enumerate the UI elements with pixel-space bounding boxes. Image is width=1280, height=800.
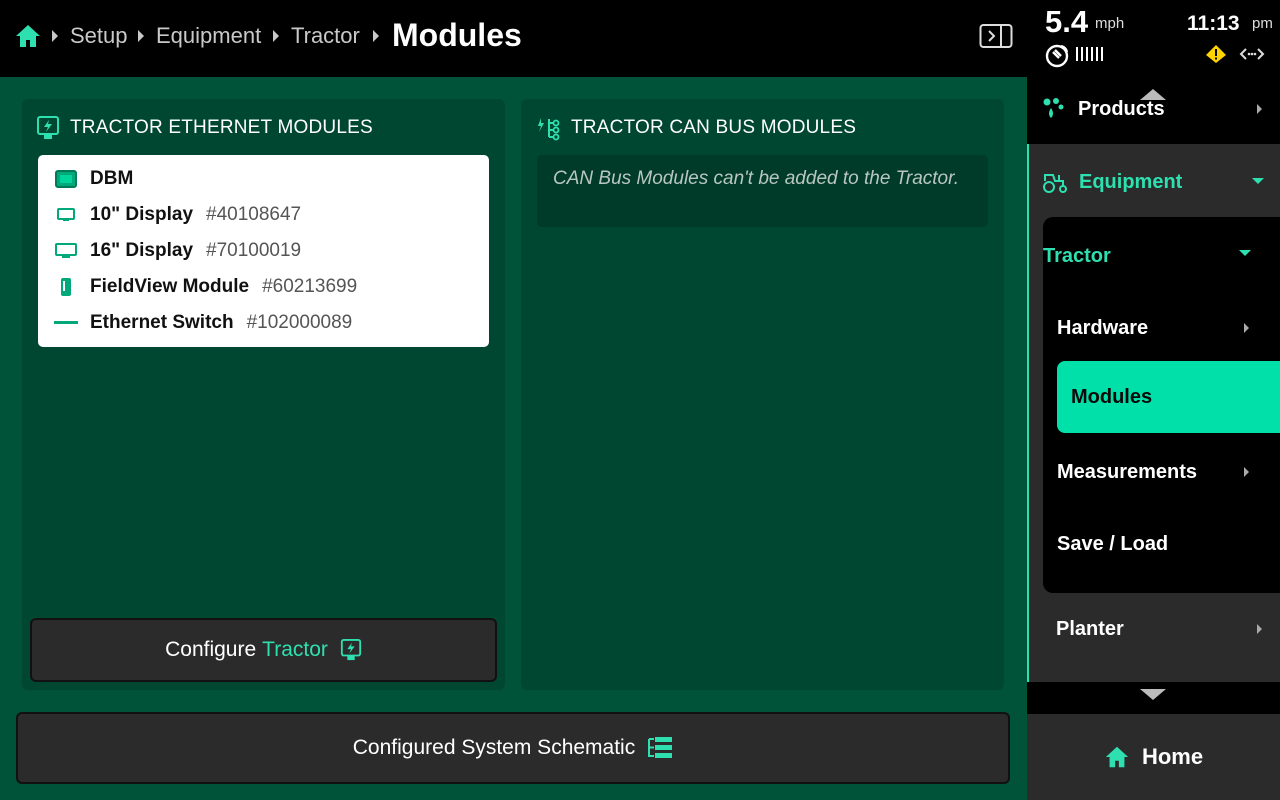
breadcrumb-setup[interactable]: Setup <box>70 22 128 50</box>
nav-item-measurements[interactable]: Measurements <box>1057 459 1197 485</box>
home-icon <box>1105 746 1129 768</box>
nav-item-modules-active[interactable]: Modules <box>1057 361 1280 433</box>
ethernet-card-title: TRACTOR ETHERNET MODULES <box>70 117 373 138</box>
ethernet-module-list: DBM 10" Display #40108647 16" Display #7… <box>38 155 489 347</box>
breadcrumb-tractor[interactable]: Tractor <box>291 22 360 50</box>
switch-icon <box>54 313 78 333</box>
can-bus-note: CAN Bus Modules can't be added to the Tr… <box>537 155 988 227</box>
can-card-title: TRACTOR CAN BUS MODULES <box>571 117 857 138</box>
module-row-fieldview[interactable]: FieldView Module #60213699 <box>38 269 489 305</box>
module-name: DBM <box>90 168 134 189</box>
configured-system-schematic-button[interactable]: Configured System Schematic <box>16 712 1010 784</box>
ethernet-module-icon <box>340 639 361 661</box>
panel-toggle-icon[interactable] <box>979 22 1013 50</box>
module-name: 16" Display <box>90 240 194 261</box>
speed-value: 5.4 <box>1045 4 1089 39</box>
top-bar: Setup Equipment Tractor Modules <box>0 0 1027 77</box>
tractor-group: Tractor Hardware Modules Measurements Sa… <box>1043 217 1280 593</box>
breadcrumb-separator <box>52 30 58 42</box>
ethernet-modules-card: TRACTOR ETHERNET MODULES DBM 10" Display… <box>22 99 505 690</box>
products-icon <box>1043 98 1064 118</box>
home-icon[interactable] <box>14 22 42 50</box>
warning-icon[interactable] <box>1205 44 1227 64</box>
ethernet-card-header: TRACTOR ETHERNET MODULES <box>36 115 373 141</box>
nav-label: Equipment <box>1079 170 1183 193</box>
can-bus-icon <box>538 118 560 141</box>
chevron-down-icon <box>1239 250 1251 256</box>
nav-item-modules: Modules <box>1071 384 1152 410</box>
module-row-16-display[interactable]: 16" Display #70100019 <box>38 233 489 269</box>
scroll-down-arrow[interactable] <box>1140 689 1166 700</box>
configure-tractor-button[interactable]: Configure Tractor <box>30 618 497 682</box>
nav-label: Planter <box>1056 617 1124 640</box>
chevron-right-icon <box>1257 624 1262 634</box>
module-serial: #102000089 <box>246 312 353 333</box>
configure-accent-label: Tractor <box>262 638 328 661</box>
nav-label: Products <box>1078 97 1165 120</box>
chevron-right-icon <box>1244 323 1249 333</box>
dbm-icon <box>54 169 78 189</box>
module-name: Ethernet Switch <box>90 312 234 333</box>
nav-item-equipment[interactable]: Equipment <box>1041 168 1182 196</box>
module-serial: #70100019 <box>206 240 302 261</box>
nav-item-save-load[interactable]: Save / Load <box>1057 531 1168 557</box>
module-name: FieldView Module <box>90 276 250 297</box>
schematic-label: Configured System Schematic <box>352 736 636 759</box>
configure-label: Configure <box>165 638 257 661</box>
signal-strength-icon <box>1076 47 1103 61</box>
nav-item-tractor[interactable]: Tractor <box>1043 243 1111 269</box>
nav-item-planter[interactable]: Planter <box>1056 616 1124 642</box>
breadcrumb-separator <box>138 30 144 42</box>
tractor-icon <box>1043 174 1067 193</box>
nav-label: Measurements <box>1057 460 1198 483</box>
page-title: Modules <box>392 17 522 53</box>
fieldview-icon <box>54 277 78 297</box>
gps-satellite-icon <box>1045 44 1069 68</box>
display-icon <box>54 205 78 225</box>
breadcrumb-equipment[interactable]: Equipment <box>156 22 261 50</box>
nav-label: Tractor <box>1043 244 1111 267</box>
schematic-icon <box>648 737 673 758</box>
connection-icon <box>1239 48 1265 60</box>
can-card-header: TRACTOR CAN BUS MODULES <box>535 115 856 141</box>
clock-time: 11:13 <box>1187 12 1240 35</box>
module-serial: #60213699 <box>262 276 358 297</box>
home-label: Home <box>1141 744 1204 769</box>
ethernet-module-icon <box>37 116 59 139</box>
nav-label: Modules <box>1071 385 1153 408</box>
clock-ampm: pm <box>1252 15 1273 32</box>
nav-item-hardware[interactable]: Hardware <box>1057 315 1148 341</box>
app-root: Setup Equipment Tractor Modules TRACTOR … <box>0 0 1280 800</box>
module-row-10-display[interactable]: 10" Display #40108647 <box>38 197 489 233</box>
nav-label: Save / Load <box>1057 532 1169 555</box>
breadcrumb-separator <box>373 30 379 42</box>
can-bus-modules-card: TRACTOR CAN BUS MODULES CAN Bus Modules … <box>521 99 1004 690</box>
breadcrumb-separator <box>273 30 279 42</box>
module-row-dbm[interactable]: DBM <box>38 161 489 197</box>
right-nav-panel: 5.4 mph 11:13 pm Products Equipment Trac… <box>1027 0 1280 800</box>
display-icon <box>54 241 78 261</box>
module-serial: #40108647 <box>206 204 302 225</box>
speed-unit: mph <box>1095 15 1125 32</box>
nav-item-products[interactable]: Products <box>1041 96 1165 122</box>
equipment-group: Equipment Tractor Hardware Modules Measu… <box>1027 144 1280 682</box>
chevron-down-icon <box>1252 178 1264 184</box>
chevron-right-icon <box>1257 104 1262 114</box>
home-button[interactable]: Home <box>1027 714 1280 800</box>
main-content: TRACTOR ETHERNET MODULES DBM 10" Display… <box>0 77 1027 800</box>
module-name: 10" Display <box>90 204 194 225</box>
module-row-ethernet-switch[interactable]: Ethernet Switch #102000089 <box>38 305 489 341</box>
chevron-right-icon <box>1244 467 1249 477</box>
nav-label: Hardware <box>1057 316 1149 339</box>
